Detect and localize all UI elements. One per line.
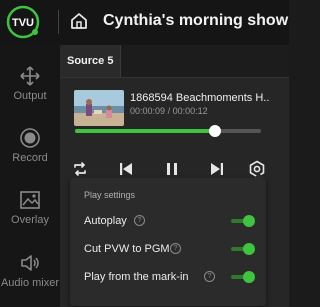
playback-progress-bar[interactable]	[75, 125, 261, 137]
progress-fill	[75, 129, 215, 133]
popover-arrow	[253, 173, 265, 179]
sidebar-item-label: Record	[12, 152, 48, 164]
progress-handle[interactable]	[208, 125, 221, 137]
tab-source[interactable]: Source 5	[60, 45, 122, 77]
option-cut-pvw-to-pgm: Cut PVW to PGM ?	[84, 241, 259, 259]
duration-time: 00:00:12	[172, 106, 208, 116]
toggle-knob	[243, 271, 255, 283]
help-icon[interactable]: ?	[134, 215, 145, 226]
source-tab-bar: Source 5	[60, 45, 289, 78]
clip-time: 00:00:09 / 00:00:12	[130, 106, 208, 116]
cut-pvw-to-pgm-toggle[interactable]	[231, 243, 255, 255]
source-panel: Source 5 1868594 Beachmoments H.. 00:00:…	[60, 45, 289, 307]
help-icon[interactable]: ?	[170, 243, 181, 254]
page-title: Cynthia's morning show	[103, 12, 289, 29]
clip-name: 1868594 Beachmoments H..	[130, 92, 270, 104]
sidebar-item-audio-mixer[interactable]: Audio mixer	[0, 252, 60, 290]
clip-thumbnail[interactable]	[74, 90, 124, 126]
popover-title: Play settings	[84, 190, 136, 200]
option-play-from-mark-in: Play from the mark-in ?	[84, 269, 259, 287]
play-settings-popover: Play settings Autoplay ? Cut PVW to PGM …	[70, 173, 266, 306]
autoplay-toggle[interactable]	[231, 215, 255, 227]
sidebar: Output Record Overlay Audio mixer	[0, 45, 60, 307]
sidebar-item-label: Audio mixer	[0, 277, 60, 289]
overlay-icon	[20, 191, 40, 209]
top-bar: TVU Cynthia's morning show	[0, 0, 289, 45]
play-from-mark-in-toggle[interactable]	[231, 271, 255, 283]
time-separator: /	[167, 106, 171, 116]
home-icon[interactable]	[70, 12, 88, 30]
next-icon[interactable]	[208, 160, 226, 178]
sidebar-item-output[interactable]: Output	[0, 65, 60, 103]
sidebar-item-overlay[interactable]: Overlay	[0, 189, 60, 227]
sidebar-item-label: Overlay	[11, 214, 49, 226]
help-icon[interactable]: ?	[204, 271, 215, 282]
option-label: Autoplay	[84, 215, 127, 227]
option-label: Cut PVW to PGM	[84, 243, 170, 255]
tvu-logo: TVU	[6, 5, 40, 39]
sidebar-item-label: Output	[13, 90, 47, 102]
toggle-knob	[243, 215, 255, 227]
loop-icon[interactable]	[71, 160, 89, 178]
logo-text: TVU	[12, 17, 34, 29]
header-divider	[58, 10, 59, 34]
elapsed-time: 00:00:09	[130, 106, 166, 116]
output-icon	[20, 66, 40, 86]
option-autoplay: Autoplay ?	[84, 213, 259, 231]
pause-icon[interactable]	[163, 160, 181, 178]
previous-icon[interactable]	[117, 160, 135, 178]
sidebar-item-record[interactable]: Record	[0, 127, 60, 165]
speaker-icon	[21, 255, 39, 271]
record-icon	[20, 128, 40, 148]
toggle-knob	[243, 243, 255, 255]
option-label: Play from the mark-in	[84, 271, 189, 283]
